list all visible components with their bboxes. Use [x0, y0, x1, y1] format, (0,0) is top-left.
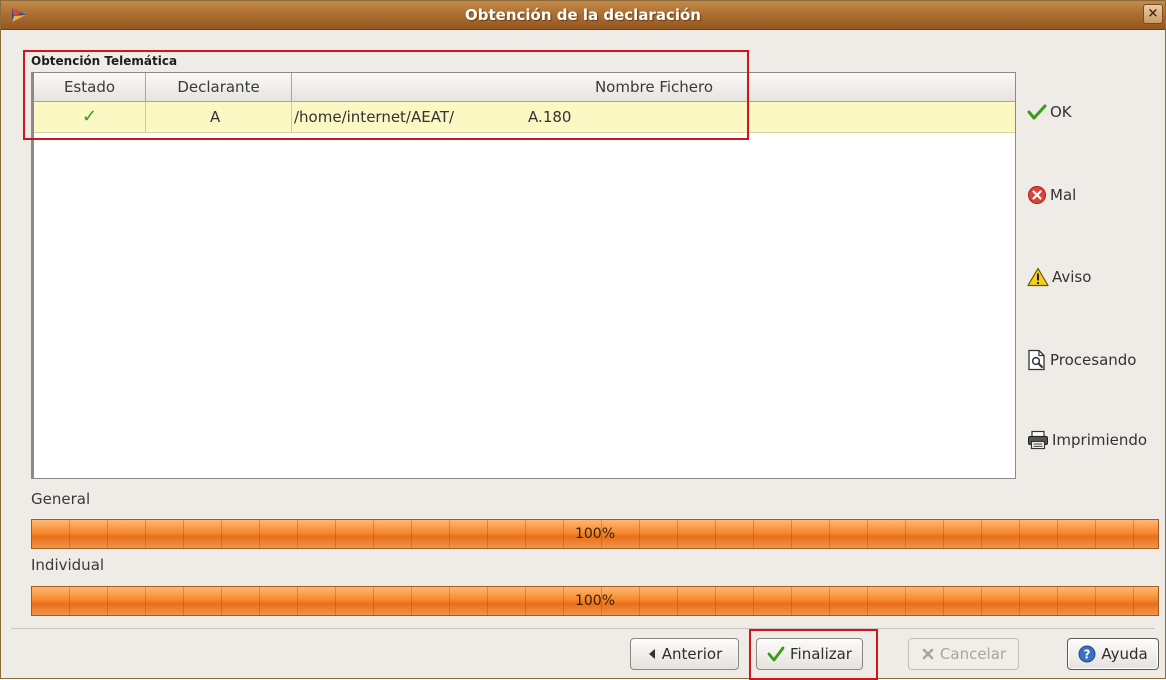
legend-mal: Mal	[1027, 185, 1076, 205]
svg-text:?: ?	[1084, 648, 1091, 662]
legend-procesando-label: Procesando	[1050, 351, 1137, 369]
progress-individual-bar: 100%	[31, 586, 1159, 616]
cancel-icon	[922, 648, 934, 660]
check-icon	[1027, 104, 1047, 120]
ayuda-button[interactable]: ? Ayuda	[1067, 638, 1159, 670]
cancelar-button[interactable]: Cancelar	[908, 638, 1019, 670]
anterior-label: Anterior	[661, 645, 723, 663]
finalizar-label: Finalizar	[790, 645, 852, 663]
column-header-estado[interactable]: Estado	[34, 73, 146, 101]
help-icon: ?	[1078, 645, 1096, 663]
column-header-declarante[interactable]: Declarante	[146, 73, 292, 101]
table-header: Estado Declarante Nombre Fichero	[34, 73, 1015, 102]
close-button[interactable]: ×	[1143, 4, 1163, 24]
error-icon	[1028, 186, 1046, 204]
ayuda-label: Ayuda	[1101, 645, 1148, 663]
legend-ok: OK	[1027, 103, 1072, 121]
column-header-nombre-fichero[interactable]: Nombre Fichero	[292, 73, 1016, 101]
close-icon: ×	[1147, 6, 1159, 21]
results-table[interactable]: Estado Declarante Nombre Fichero ✓ A /ho…	[31, 72, 1016, 479]
processing-icon	[1028, 349, 1045, 371]
progress-general-label: General	[31, 490, 91, 508]
nombre-fichero-cell: /home/internet/AEAT/A.180	[292, 102, 1016, 132]
separator	[11, 628, 1155, 629]
check-icon	[767, 646, 785, 662]
legend-procesando: Procesando	[1027, 349, 1136, 371]
legend-imprimiendo: Imprimiendo	[1027, 430, 1147, 450]
arrow-left-icon	[648, 649, 655, 659]
legend-aviso-label: Aviso	[1052, 268, 1092, 286]
title-bar[interactable]: Obtención de la declaración ×	[1, 1, 1165, 30]
progress-individual-text: 100%	[574, 593, 616, 609]
table-row[interactable]: ✓ A /home/internet/AEAT/A.180	[34, 102, 1015, 133]
dialog-window: Obtención de la declaración × Obtención …	[0, 0, 1166, 680]
anterior-button[interactable]: Anterior	[630, 638, 739, 670]
file-path: /home/internet/AEAT/	[294, 108, 455, 126]
file-name: A.180	[528, 108, 572, 126]
progress-general-bar: 100%	[31, 519, 1159, 549]
declarante-cell: A	[146, 102, 292, 132]
legend-mal-label: Mal	[1050, 186, 1077, 204]
warning-icon	[1027, 267, 1049, 287]
window-title: Obtención de la declaración	[465, 6, 701, 24]
legend-imprimiendo-label: Imprimiendo	[1052, 431, 1148, 449]
group-title: Obtención Telemática	[31, 54, 178, 68]
finalizar-button[interactable]: Finalizar	[756, 638, 863, 670]
legend-aviso: Aviso	[1027, 267, 1091, 287]
printer-icon	[1028, 430, 1048, 450]
progress-general-text: 100%	[574, 526, 616, 542]
legend-ok-label: OK	[1050, 103, 1072, 121]
cancelar-label: Cancelar	[939, 645, 1007, 663]
status-ok-icon: ✓	[34, 102, 146, 132]
progress-individual-label: Individual	[31, 556, 105, 574]
